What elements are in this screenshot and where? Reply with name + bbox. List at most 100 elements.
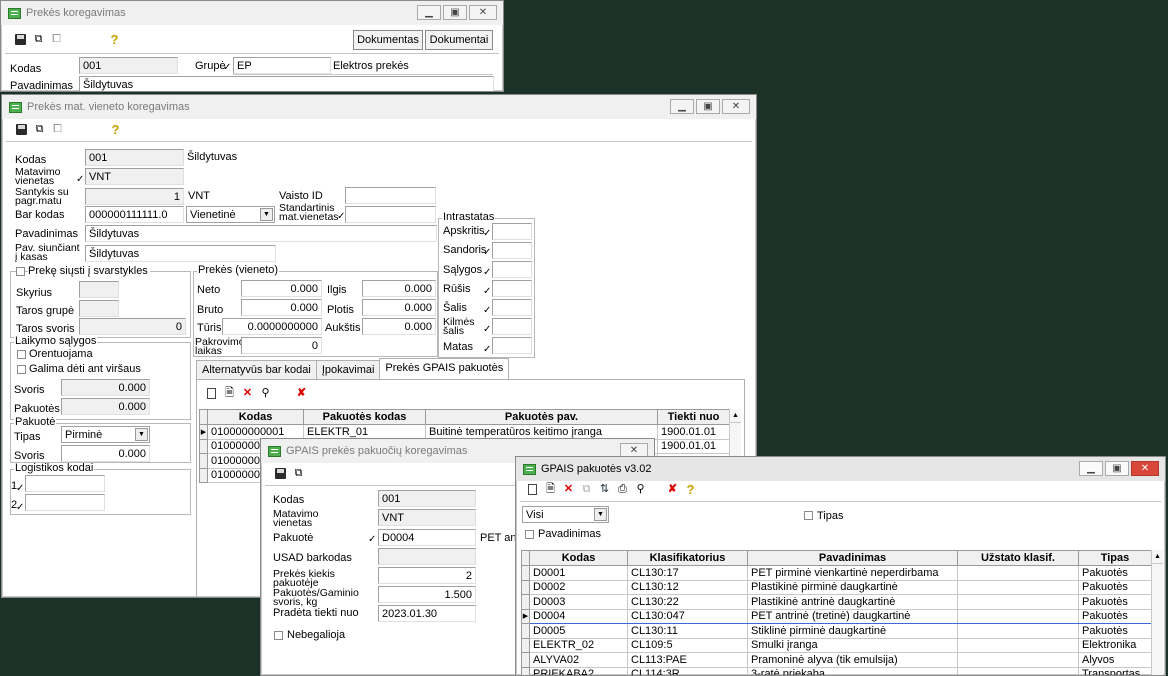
new-button[interactable] — [525, 482, 540, 497]
pavsiunciant-field[interactable]: Šildytuvas — [85, 245, 276, 262]
cell-klasifikatorius[interactable]: CL130:17 — [627, 565, 748, 581]
santykis-field[interactable]: 1 — [85, 188, 184, 205]
cell-kodas[interactable]: D0004 — [529, 608, 628, 624]
delete-button[interactable]: ✕ — [561, 482, 576, 497]
cell-pavadinimas[interactable]: Smulki įranga — [747, 637, 958, 653]
orentuojama-checkbox[interactable] — [17, 350, 26, 359]
maximize-button[interactable]: ▣ — [696, 99, 720, 114]
help-button[interactable]: ? — [683, 482, 698, 497]
cell-pavadinimas[interactable]: Plastikinė pirminė daugkartinė — [747, 579, 958, 595]
sort-button[interactable]: ⇅ — [597, 482, 612, 497]
copy-button[interactable]: ⧉ — [579, 482, 594, 497]
nebegalioja-checkbox[interactable] — [274, 631, 283, 640]
chevron-down-icon[interactable]: ▼ — [260, 208, 273, 221]
intrastatas-salis-field[interactable] — [492, 299, 532, 316]
pakrovimo-field[interactable]: 0 — [241, 337, 322, 354]
intrastatas-salygos-field[interactable] — [492, 261, 532, 278]
minimize-button[interactable]: ▁ — [417, 5, 441, 20]
table-row[interactable]: D0003 CL130:22 Plastikinė antrinė daugka… — [521, 594, 1152, 610]
cell-pakuotes-kodas[interactable]: ELEKTR_01 — [303, 424, 426, 440]
cell-uzstato-klasif[interactable] — [957, 579, 1079, 595]
dokumentas-button[interactable]: Dokumentas — [353, 30, 423, 50]
bruto-field[interactable]: 0.000 — [241, 299, 322, 316]
table-row[interactable]: D0001 CL130:17 PET pirminė vienkartinė n… — [521, 565, 1152, 581]
cell-tipas[interactable]: Pakuotės — [1078, 594, 1152, 610]
cell-pavadinimas[interactable]: PET pirminė vienkartinė neperdirbama — [747, 565, 958, 581]
log1-field[interactable] — [25, 475, 105, 492]
tipas-select[interactable]: Pirminė ▼ — [61, 426, 150, 443]
tab-alternatyvus-bar-kodai[interactable]: Alternatyvūs bar kodai — [196, 360, 317, 379]
cell-tiekti-nuo[interactable]: 1900.01.01 — [657, 424, 730, 440]
cell-tipas[interactable]: Pakuotės — [1078, 565, 1152, 581]
help-button[interactable]: ? — [107, 32, 122, 47]
turis-field[interactable]: 0.0000000000 — [222, 318, 322, 335]
save-button[interactable] — [14, 122, 29, 137]
tree-button[interactable]: ⧉ — [31, 32, 46, 47]
barkodas-type-select[interactable]: Vienetinė ▼ — [186, 206, 275, 223]
cell-tipas[interactable]: Elektronika — [1078, 637, 1152, 653]
cell-kodas[interactable]: D0002 — [529, 579, 628, 595]
auktis-field[interactable]: 0.000 — [362, 318, 436, 335]
edit-button[interactable]: 🗎 — [543, 482, 558, 497]
scroll-up-icon[interactable]: ▲ — [730, 409, 741, 423]
cell-pavadinimas[interactable]: PET antrinė (tretinė) daugkartinė — [747, 608, 958, 624]
cell-uzstato-klasif[interactable] — [957, 652, 1079, 668]
cell-uzstato-klasif[interactable] — [957, 623, 1079, 639]
save-button[interactable] — [13, 32, 28, 47]
table-row[interactable]: ALYVA02 CL113:PAE Pramoninė alyva (tik e… — [521, 652, 1152, 668]
column-header-pakuotes-pav[interactable]: Pakuotės pav. — [425, 409, 658, 425]
cell-pakuotes-pav[interactable]: Buitinė temperatūros keitimo įranga — [425, 424, 658, 440]
column-header-kodas[interactable]: Kodas — [207, 409, 304, 425]
copy-button[interactable]: ⧉ — [291, 466, 306, 481]
cell-klasifikatorius[interactable]: CL130:047 — [627, 608, 748, 624]
kodas-field[interactable]: 001 — [378, 490, 476, 507]
cell-tipas[interactable]: Transportas — [1078, 666, 1152, 675]
clear-filter-button[interactable]: ✘ — [294, 386, 309, 401]
chevron-down-icon[interactable]: ▼ — [135, 428, 148, 441]
pavadinimas-field[interactable]: Šildytuvas — [79, 76, 494, 91]
cell-tiekti-nuo[interactable]: 1900.01.01 — [657, 438, 730, 454]
close-button[interactable]: ✕ — [722, 99, 750, 114]
cell-pavadinimas[interactable]: Plastikinė antrinė daugkartinė — [747, 594, 958, 610]
pradeta-field[interactable]: 2023.01.30 — [378, 605, 476, 622]
copy-button[interactable]: ⧠ — [50, 122, 65, 137]
filter-select[interactable]: Visi ▼ — [522, 506, 609, 523]
cell-klasifikatorius[interactable]: CL130:22 — [627, 594, 748, 610]
cell-klasifikatorius[interactable]: CL113:PAE — [627, 652, 748, 668]
column-header-pavadinimas[interactable]: Pavadinimas — [747, 550, 958, 566]
cell-tipas[interactable]: Pakuotės — [1078, 608, 1152, 624]
cell-uzstato-klasif[interactable] — [957, 666, 1079, 675]
list-scrollbar[interactable]: ▲ — [1151, 550, 1163, 675]
cell-tipas[interactable]: Pakuotės — [1078, 623, 1152, 639]
cell-klasifikatorius[interactable]: CL109:5 — [627, 637, 748, 653]
scroll-up-icon[interactable]: ▲ — [1152, 550, 1163, 564]
column-header-kodas[interactable]: Kodas — [529, 550, 628, 566]
usad-field[interactable] — [378, 548, 476, 565]
minimize-button[interactable]: ▁ — [1079, 461, 1103, 476]
kodas-field[interactable]: 001 — [79, 57, 178, 74]
cell-kodas[interactable]: D0005 — [529, 623, 628, 639]
cell-tipas[interactable]: Pakuotės — [1078, 579, 1152, 595]
ilgis-field[interactable]: 0.000 — [362, 280, 436, 297]
cell-klasifikatorius[interactable]: CL130:12 — [627, 579, 748, 595]
title-bar[interactable]: Prekės mat. vieneto koregavimas ▁ ▣ ✕ — [2, 95, 756, 119]
pakuote-field[interactable]: D0004 — [378, 529, 476, 546]
table-row-selected[interactable]: ▶ D0004 CL130:047 PET antrinė (tretinė) … — [521, 608, 1152, 624]
svoris-field[interactable]: 1.500 — [378, 586, 476, 603]
neto-field[interactable]: 0.000 — [241, 280, 322, 297]
cell-kodas[interactable]: ALYVA02 — [529, 652, 628, 668]
table-row[interactable]: ELEKTR_02 CL109:5 Smulki įranga Elektron… — [521, 637, 1152, 653]
intrastatas-sandoris-field[interactable] — [492, 242, 532, 259]
title-bar[interactable]: Prekės koregavimas ▁ ▣ ✕ — [1, 1, 503, 25]
pakuote-svoris-field[interactable]: 0.000 — [61, 445, 150, 462]
close-button[interactable]: ✕ — [1131, 461, 1159, 476]
matavimo-field[interactable]: VNT — [85, 168, 184, 185]
cell-uzstato-klasif[interactable] — [957, 608, 1079, 624]
cell-tipas[interactable]: Alyvos — [1078, 652, 1152, 668]
maximize-button[interactable]: ▣ — [1105, 461, 1129, 476]
cell-klasifikatorius[interactable]: CL114:3R — [627, 666, 748, 675]
find-button[interactable]: ⚲ — [633, 482, 648, 497]
cell-klasifikatorius[interactable]: CL130:11 — [627, 623, 748, 639]
column-header-pakuotes-kodas[interactable]: Pakuotės kodas — [303, 409, 426, 425]
maximize-button[interactable]: ▣ — [443, 5, 467, 20]
